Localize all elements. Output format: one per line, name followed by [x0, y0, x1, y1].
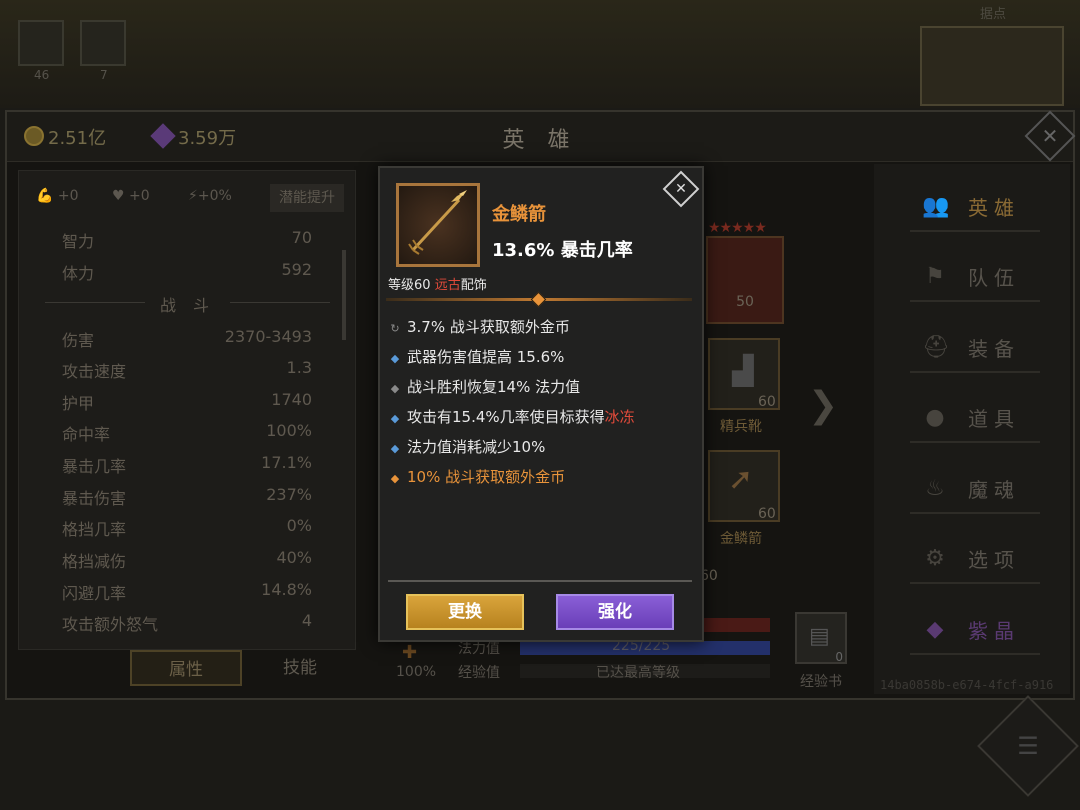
stat-row: 攻击额外怒气 4 [62, 611, 312, 634]
stat-row: 格挡减伤 40% [62, 548, 312, 571]
health-buff: ♥ +0 [112, 188, 150, 204]
exp-label: 经验值 [458, 665, 500, 681]
stat-row: 体力 592 [62, 260, 312, 283]
nav-item-equipment[interactable]: ⛑ 装备 [910, 323, 1040, 373]
exp-book-label: 经验书 [800, 674, 842, 690]
top-item-slot-1 [18, 20, 64, 66]
hero-level: 50 [736, 294, 754, 310]
rarity-label: 远古 [434, 278, 461, 293]
exp-value: 已达最高等级 [596, 665, 680, 681]
window-title: 英 雄 [502, 128, 578, 153]
tab-skills[interactable]: 技能 [244, 650, 356, 686]
close-icon: ✕ [1041, 124, 1059, 148]
tab-attributes[interactable]: 属性 [130, 650, 242, 686]
boots-level: 60 [758, 394, 776, 410]
flag-icon: ⚑ [925, 264, 945, 289]
nav-item-hero[interactable]: 👥 英雄 [910, 182, 1040, 232]
item-name: 金鳞箭 [492, 204, 546, 225]
stats-scrollbar[interactable] [342, 250, 346, 340]
potential-upgrade-button[interactable]: 潜能提升 [270, 184, 344, 212]
stat-row: 智力 70 [62, 228, 312, 251]
arrow-icon: ➚ [728, 462, 754, 497]
item-icon [396, 183, 480, 267]
top-slot-2-count: 7 [100, 68, 108, 82]
affix-line-legendary: ◆ 10% 战斗获取额外金币 [390, 468, 566, 486]
nav-item-crystal[interactable]: ◆ 紫晶 [910, 605, 1040, 655]
stat-row: 伤害 2370-3493 [62, 327, 312, 350]
diamond-bullet-icon: ◆ [390, 412, 400, 425]
book-icon: ▤ [809, 624, 830, 649]
bag-icon: ● [925, 405, 945, 430]
stat-row: 闪避几率 14.8% [62, 580, 312, 603]
affix-line: ↻ 3.7% 战斗获取额外金币 [390, 318, 570, 336]
boots-icon: ▟ [732, 354, 754, 387]
gem-amount: 3.59万 [178, 128, 237, 149]
stat-row: 命中率 100% [62, 421, 312, 444]
stat-row: 暴击几率 17.1% [62, 453, 312, 476]
nav-item-team[interactable]: ⚑ 队伍 [910, 252, 1040, 302]
hero-stars: ★★★★★ [708, 220, 767, 236]
diamond-bullet-icon: ◆ [390, 442, 400, 455]
minimap-label: 据点 [980, 7, 1007, 22]
next-arrow-icon[interactable]: ❯ [808, 385, 838, 426]
diamond-bullet-icon: ◆ [390, 382, 400, 395]
potion-icon: ✚ [402, 642, 418, 663]
diamond-bullet-icon: ◆ [390, 352, 400, 365]
stat-row: 攻击速度 1.3 [62, 358, 312, 381]
crystal-icon: ◆ [926, 617, 944, 642]
top-strip [0, 0, 1080, 108]
affix-line: ◆ 攻击有15.4%几率使目标获得冰冻 [390, 408, 635, 426]
golden-arrow-icon [408, 190, 467, 255]
arrow-slot-level: 60 [758, 506, 776, 522]
affix-line: ◆ 法力值消耗减少10% [390, 438, 546, 456]
close-icon: ✕ [675, 181, 687, 197]
replace-button[interactable]: 更换 [406, 594, 524, 630]
lightning-icon: ⚡ [188, 188, 198, 204]
boots-name: 精兵靴 [720, 419, 762, 435]
diamond-bullet-icon: ◆ [390, 472, 400, 485]
upgrade-button[interactable]: 强化 [556, 594, 674, 630]
hero-portrait[interactable] [706, 236, 784, 324]
flame-icon: ♨ [925, 476, 945, 501]
arrow-slot-name: 金鳞箭 [720, 531, 762, 547]
top-slot-1-count: 46 [34, 68, 50, 82]
player-uuid: 14ba0858b-e674-4fcf-a916 [880, 678, 1054, 692]
gold-coin-icon [24, 126, 44, 146]
popup-bottom-divider [388, 580, 692, 582]
arm-icon: 💪 [36, 188, 54, 204]
heart-icon: ♥ [112, 188, 125, 204]
stat-row: 暴击伤害 237% [62, 485, 312, 508]
freeze-keyword: 冰冻 [604, 408, 635, 426]
nav-item-options[interactable]: ⚙ 选项 [910, 534, 1040, 584]
item-main-stat: 13.6% 暴击几率 [492, 240, 633, 261]
refresh-icon: ↻ [390, 322, 400, 335]
exp-book-slot[interactable]: ▤ 0 [795, 612, 847, 664]
stat-row: 护甲 1740 [62, 390, 312, 413]
item-meta: 等级60 远古配饰 [388, 278, 487, 293]
nav-item-items[interactable]: ● 道具 [910, 393, 1040, 443]
affix-line: ◆ 战斗胜利恢复14% 法力值 [390, 378, 581, 396]
menu-icon: ☰ [1017, 732, 1039, 760]
minimap [920, 26, 1064, 106]
speed-buff: ⚡+0% [188, 188, 232, 204]
strength-buff: 💪 +0 [36, 188, 79, 204]
top-item-slot-2 [80, 20, 126, 66]
nav-item-soul[interactable]: ♨ 魔魂 [910, 464, 1040, 514]
combat-section-header: 战 斗 [45, 292, 330, 315]
percent-label: 100% [396, 664, 437, 680]
gold-amount: 2.51亿 [48, 128, 107, 149]
hero-icon: 👥 [922, 194, 950, 219]
helmet-icon: ⛑ [922, 335, 950, 360]
stat-row: 格挡几率 0% [62, 516, 312, 539]
affix-line: ◆ 武器伤害值提高 15.6% [390, 348, 565, 366]
gear-icon: ⚙ [925, 546, 945, 571]
